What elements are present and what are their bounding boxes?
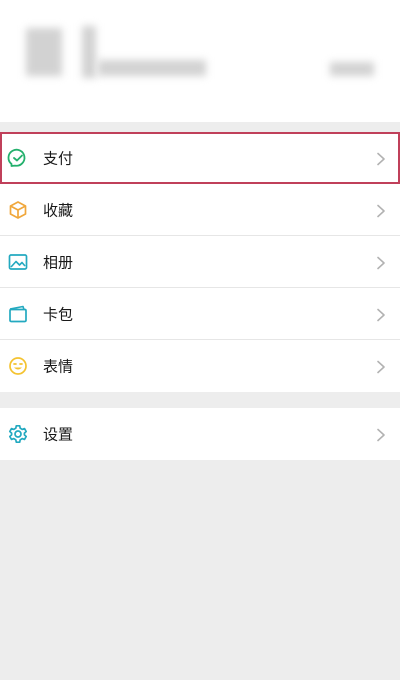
chevron-right-icon	[376, 203, 386, 217]
nickname	[98, 60, 206, 76]
menu-item-cards[interactable]: 卡包	[0, 288, 400, 340]
menu-item-label: 卡包	[43, 305, 74, 323]
menu-item-pay[interactable]: 支付	[0, 132, 400, 184]
menu-item-label: 收藏	[43, 201, 74, 219]
menu-group-main: 支付 收藏 相册 卡包 表情	[0, 132, 400, 392]
menu-item-label: 表情	[43, 357, 74, 376]
pay-icon	[7, 147, 29, 169]
menu-item-stickers[interactable]: 表情	[0, 340, 400, 392]
menu-item-favorites[interactable]: 收藏	[0, 184, 400, 236]
menu-item-settings[interactable]: 设置	[0, 408, 400, 460]
profile-header[interactable]	[0, 0, 400, 122]
avatar-accent	[82, 26, 96, 78]
menu-item-album[interactable]: 相册	[0, 236, 400, 288]
avatar[interactable]	[26, 28, 62, 76]
menu-group-settings: 设置	[0, 408, 400, 460]
chevron-right-icon	[376, 307, 386, 321]
menu-item-label: 相册	[43, 253, 74, 271]
smiley-face-icon	[7, 355, 29, 377]
menu-item-label: 支付	[43, 149, 74, 167]
wallet-icon	[7, 303, 29, 325]
qr-code-icon[interactable]	[330, 62, 374, 76]
album-picture-icon	[7, 251, 29, 273]
chevron-right-icon	[376, 427, 386, 442]
menu-item-label: 设置	[43, 425, 74, 444]
favorites-cube-icon	[7, 199, 29, 221]
chevron-right-icon	[376, 151, 386, 165]
chevron-right-icon	[376, 255, 386, 269]
chevron-right-icon	[376, 359, 386, 374]
gear-icon	[7, 423, 29, 445]
